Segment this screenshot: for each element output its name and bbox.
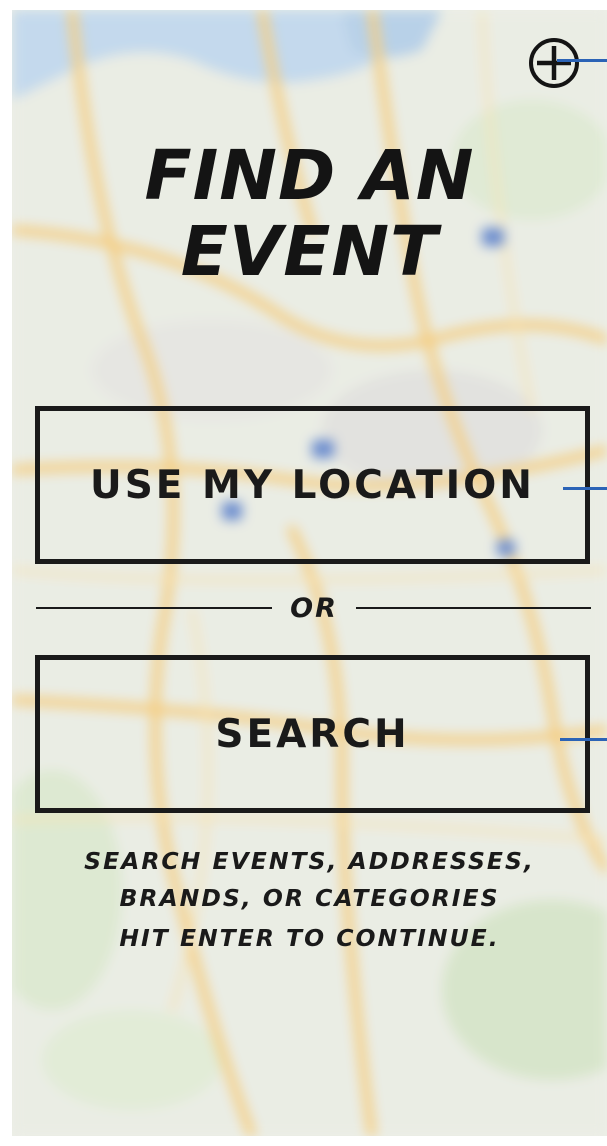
circle-plus-icon[interactable]: [527, 36, 581, 90]
annotation-connector-search: [560, 738, 607, 741]
find-event-screen: FIND AN EVENT USE MY LOCATION OR SEARCH …: [12, 10, 607, 1136]
search-hint-line-2: BRANDS, OR CATEGORIES: [119, 884, 500, 912]
search-label: SEARCH: [215, 711, 410, 757]
page-title: FIND AN EVENT: [12, 138, 607, 290]
or-divider-line-left: [36, 607, 272, 609]
search-hint-line-3: HIT ENTER TO CONTINUE.: [119, 924, 500, 952]
page-title-line-1: FIND AN: [144, 136, 475, 216]
annotation-connector-location: [563, 487, 607, 490]
or-divider-label: OR: [290, 593, 338, 624]
search-hint-line-1: SEARCH EVENTS, ADDRESSES,: [84, 847, 535, 875]
search-button[interactable]: SEARCH: [35, 655, 590, 813]
or-divider-line-right: [356, 607, 591, 609]
use-my-location-label: USE MY LOCATION: [90, 462, 535, 508]
use-my-location-button[interactable]: USE MY LOCATION: [35, 406, 590, 564]
page-title-line-2: EVENT: [180, 212, 439, 292]
annotation-connector-add: [557, 59, 607, 62]
search-hint: SEARCH EVENTS, ADDRESSES, BRANDS, OR CAT…: [12, 843, 607, 957]
